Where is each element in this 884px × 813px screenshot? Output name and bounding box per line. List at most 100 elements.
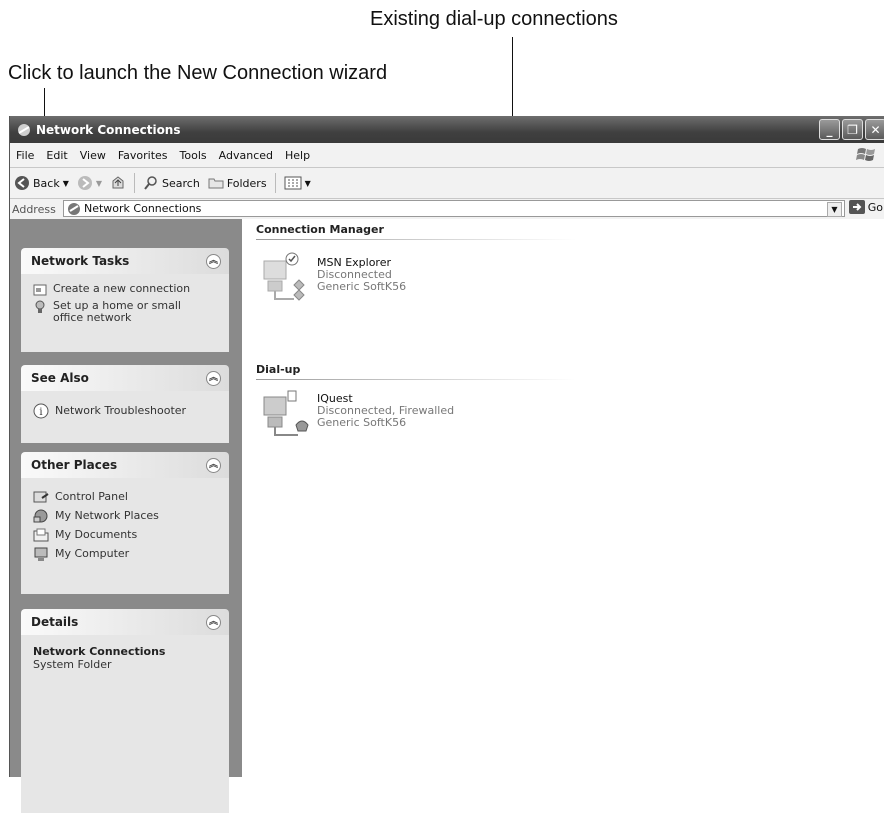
maximize-button[interactable]: ❐: [842, 119, 863, 140]
close-button[interactable]: ✕: [865, 119, 884, 140]
see-also-panel: See Also ︽ i Network Troubleshooter: [21, 365, 229, 443]
broadband-connection-icon: [263, 252, 305, 301]
link-label: Network Troubleshooter: [55, 404, 187, 417]
see-also-header[interactable]: See Also ︽: [21, 365, 229, 391]
network-tasks-panel: Network Tasks ︽ Create a new connection …: [21, 248, 229, 352]
control-panel-icon: [33, 491, 49, 503]
network-places-icon: [33, 509, 48, 523]
network-connections-icon: [18, 123, 30, 136]
connection-msn-explorer[interactable]: MSN Explorer Disconnected Generic SoftK5…: [260, 251, 460, 307]
address-field[interactable]: Network Connections ▼: [63, 200, 845, 217]
details-header[interactable]: Details ︽: [21, 609, 229, 635]
back-dropdown-icon[interactable]: ▼: [63, 179, 69, 188]
address-dropdown-icon[interactable]: ▼: [827, 202, 842, 217]
forward-button[interactable]: ▼: [73, 175, 106, 191]
place-my-computer[interactable]: My Computer: [33, 546, 221, 562]
other-places-title: Other Places: [31, 458, 118, 472]
windows-logo-icon: [856, 148, 875, 161]
toolbar: Back ▼ ▼ Search Folders ▼: [10, 168, 884, 199]
menu-bar: File Edit View Favorites Tools Advanced …: [10, 143, 884, 168]
group-divider: [256, 239, 576, 240]
back-button[interactable]: Back ▼: [10, 175, 73, 191]
new-connection-icon: [33, 284, 47, 296]
task-setup-home-network[interactable]: Set up a home or small office network: [33, 300, 221, 324]
title-bar[interactable]: Network Connections _ ❐ ✕: [10, 116, 884, 143]
place-label: My Computer: [55, 547, 130, 560]
go-arrow-icon: [848, 200, 865, 214]
place-my-documents[interactable]: My Documents: [33, 527, 221, 543]
details-type: System Folder: [33, 658, 112, 671]
dialup-connection-icon: [263, 390, 309, 436]
collapse-chevron-icon[interactable]: ︽: [206, 457, 221, 473]
place-my-network-places[interactable]: My Network Places: [33, 508, 221, 524]
folders-label: Folders: [226, 176, 267, 190]
back-arrow-icon: [15, 176, 29, 190]
address-bar: Address Network Connections ▼ Go: [10, 199, 884, 220]
toolbar-separator: [134, 173, 136, 193]
details-body: Network Connections System Folder: [21, 635, 229, 813]
task-create-new-connection[interactable]: Create a new connection: [33, 283, 221, 297]
views-dropdown-icon: ▼: [304, 178, 311, 188]
computer-icon: [34, 547, 48, 561]
connection-device: Generic SoftK56: [317, 416, 407, 429]
views-button[interactable]: ▼: [280, 175, 315, 191]
collapse-chevron-icon[interactable]: ︽: [206, 370, 221, 386]
place-label: My Network Places: [55, 509, 159, 522]
network-tasks-body: Create a new connection Set up a home or…: [21, 274, 229, 352]
network-tasks-title: Network Tasks: [31, 254, 130, 268]
place-label: Control Panel: [55, 490, 128, 503]
views-grid-icon: [284, 176, 302, 190]
menu-file[interactable]: File: [10, 149, 40, 162]
link-network-troubleshooter[interactable]: i Network Troubleshooter: [33, 403, 221, 419]
menu-advanced[interactable]: Advanced: [213, 149, 279, 162]
back-label: Back: [33, 176, 60, 190]
other-places-panel: Other Places ︽ Control Panel My Network …: [21, 452, 229, 594]
folders-button[interactable]: Folders: [204, 175, 271, 191]
place-label: My Documents: [55, 528, 138, 541]
task-pane: Network Tasks ︽ Create a new connection …: [10, 219, 242, 813]
search-label: Search: [162, 176, 200, 190]
toolbar-separator: [274, 173, 276, 193]
menu-tools[interactable]: Tools: [174, 149, 213, 162]
info-icon: i: [33, 403, 49, 419]
go-label: Go: [867, 200, 883, 214]
search-button[interactable]: Search: [139, 175, 204, 191]
window-title: Network Connections: [36, 122, 181, 137]
up-folder-button[interactable]: [106, 175, 130, 191]
task-label: Create a new connection: [53, 282, 191, 295]
forward-dropdown-icon[interactable]: ▼: [96, 179, 102, 188]
group-header-dial-up: Dial-up: [256, 363, 301, 376]
menu-favorites[interactable]: Favorites: [112, 149, 174, 162]
menu-edit[interactable]: Edit: [40, 149, 73, 162]
group-header-connection-manager: Connection Manager: [256, 223, 384, 236]
callout-new-connection: Click to launch the New Connection wizar…: [8, 62, 388, 84]
folders-icon: [208, 178, 224, 189]
address-value: Network Connections: [84, 202, 202, 215]
home-network-icon: [35, 300, 45, 313]
minimize-button[interactable]: _: [819, 119, 840, 140]
up-folder-icon: [112, 176, 124, 189]
svg-text:i: i: [39, 407, 42, 418]
menu-view[interactable]: View: [74, 149, 112, 162]
see-also-body: i Network Troubleshooter: [21, 391, 229, 443]
go-button[interactable]: Go: [848, 200, 883, 214]
documents-folder-icon: [33, 528, 49, 542]
callout-existing-dialup: Existing dial-up connections: [370, 8, 618, 30]
menu-help[interactable]: Help: [279, 149, 316, 162]
details-name: Network Connections: [33, 645, 166, 658]
search-icon: [144, 176, 157, 190]
other-places-body: Control Panel My Network Places My Docum…: [21, 478, 229, 594]
connection-iquest[interactable]: IQuest Disconnected, Firewalled Generic …: [260, 385, 480, 441]
collapse-chevron-icon[interactable]: ︽: [206, 253, 221, 269]
connection-device: Generic SoftK56: [317, 280, 407, 293]
collapse-chevron-icon[interactable]: ︽: [206, 614, 221, 630]
content-area: Connection Manager MSN Explorer Disconne…: [242, 219, 884, 777]
other-places-header[interactable]: Other Places ︽: [21, 452, 229, 478]
place-control-panel[interactable]: Control Panel: [33, 489, 221, 505]
group-divider: [256, 379, 576, 380]
see-also-title: See Also: [31, 371, 89, 385]
details-panel: Details ︽ Network Connections System Fol…: [21, 609, 229, 813]
network-connections-icon: [68, 202, 80, 215]
address-label: Address: [12, 202, 56, 216]
network-tasks-header[interactable]: Network Tasks ︽: [21, 248, 229, 274]
